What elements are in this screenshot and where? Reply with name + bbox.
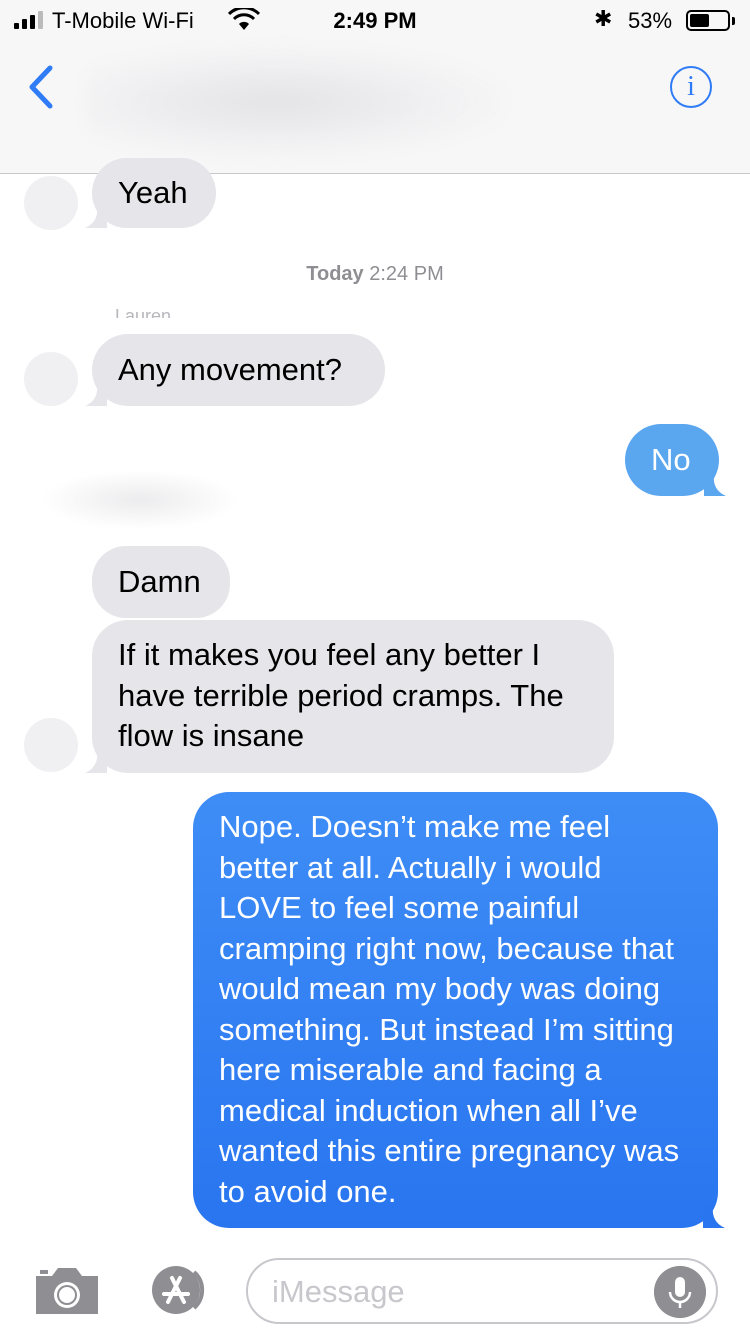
sender-name: Lauren	[115, 306, 172, 318]
message-bubble[interactable]: Damn	[92, 546, 230, 618]
message-text: Damn	[118, 564, 201, 599]
battery-level-fill	[690, 14, 710, 27]
message-bubble[interactable]: Any movement?	[85, 334, 385, 406]
avatar[interactable]	[24, 352, 78, 406]
battery-nub	[732, 17, 735, 25]
message-text: Nope. Doesn’t make me feel better at all…	[219, 809, 680, 1209]
compose-bar: iMessage	[0, 1240, 750, 1334]
message-input[interactable]: iMessage	[246, 1258, 718, 1324]
bubble-tail	[85, 751, 107, 773]
sender-name-blurred	[40, 470, 240, 530]
battery-icon	[686, 10, 730, 31]
bubble-tail	[704, 474, 726, 496]
message-text: Yeah	[118, 175, 188, 210]
app-store-icon[interactable]	[140, 1264, 212, 1316]
message-text: Any movement?	[118, 352, 342, 387]
message-text: No	[651, 442, 691, 477]
message-text: If it makes you feel any better I have t…	[118, 637, 564, 753]
bubble-tail	[85, 384, 107, 406]
bubble-tail	[85, 206, 107, 228]
camera-icon[interactable]	[34, 1264, 100, 1316]
info-icon[interactable]: i	[670, 66, 712, 108]
bubble-tail	[703, 1206, 725, 1228]
message-bubble[interactable]: If it makes you feel any better I have t…	[85, 620, 614, 773]
avatar[interactable]	[24, 718, 78, 772]
conversation-timestamp: Today 2:24 PM	[306, 263, 444, 285]
status-bar: T-Mobile Wi-Fi 2:49 PM ✱ 53%	[0, 0, 750, 40]
message-thread: Yeah Today 2:24 PM Lauren Any movement? …	[0, 0, 750, 1334]
avatar[interactable]	[24, 176, 78, 230]
contact-name-blurred[interactable]	[86, 46, 506, 158]
chevron-left-icon[interactable]	[20, 62, 60, 112]
microphone-icon[interactable]	[654, 1266, 706, 1318]
battery-percentage: 53%	[628, 8, 673, 33]
message-input-placeholder: iMessage	[272, 1274, 405, 1309]
bluetooth-icon: ✱	[594, 6, 613, 31]
message-bubble[interactable]: Yeah	[85, 158, 216, 228]
message-bubble[interactable]: No	[625, 424, 726, 496]
message-bubble[interactable]: Nope. Doesn’t make me feel better at all…	[193, 792, 725, 1228]
